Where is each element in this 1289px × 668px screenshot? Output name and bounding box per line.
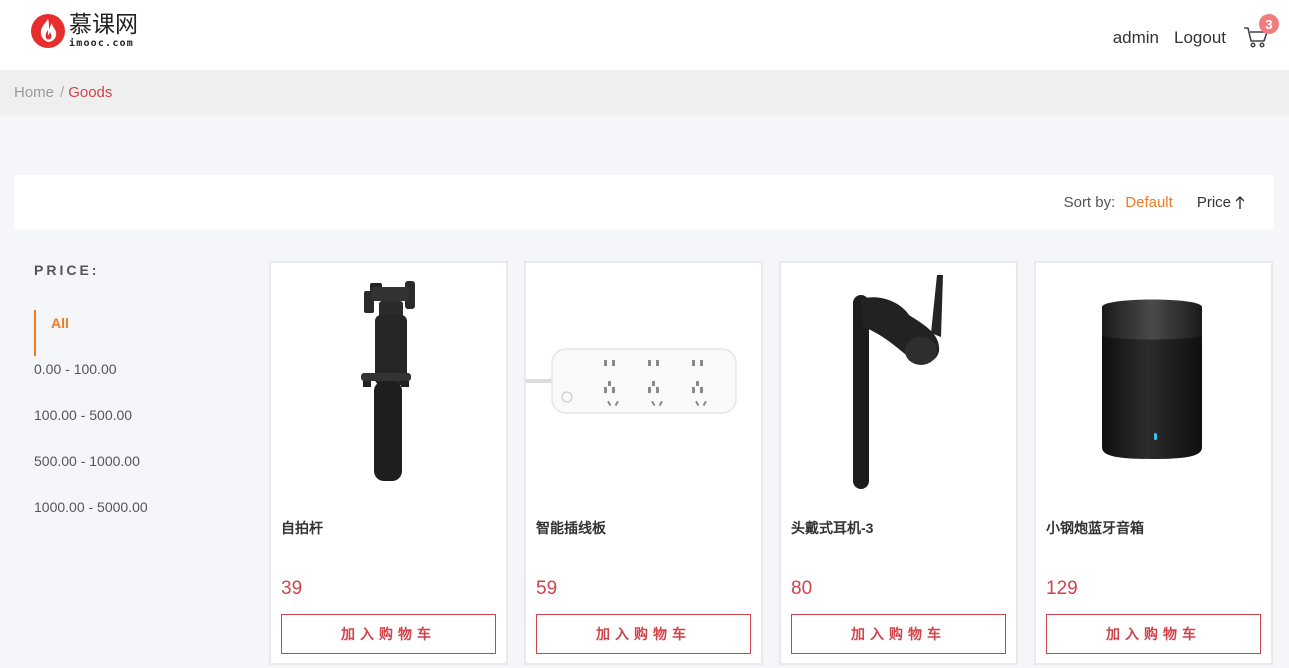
flame-logo-icon: [30, 13, 66, 49]
price-filter: PRICE: All 0.00 - 100.00 100.00 - 500.00…: [34, 262, 148, 540]
product-name[interactable]: 智能插线板: [536, 518, 606, 538]
product-price: 129: [1046, 578, 1078, 599]
price-filter-item-1000-5000[interactable]: 1000.00 - 5000.00: [34, 494, 148, 540]
add-to-cart-button[interactable]: 加入购物车: [536, 614, 751, 654]
top-header: 慕课网 imooc.com admin Logout 3: [0, 0, 1289, 70]
product-name[interactable]: 自拍杆: [281, 518, 323, 538]
logo[interactable]: 慕课网 imooc.com: [30, 13, 138, 49]
product-card: 自拍杆 39 加入购物车: [269, 261, 508, 665]
sort-label: Sort by:: [1063, 194, 1116, 211]
sort-price-link[interactable]: Price: [1197, 194, 1245, 211]
sort-bar: Sort by: Default Price: [14, 175, 1274, 230]
add-to-cart-button[interactable]: 加入购物车: [791, 614, 1006, 654]
add-to-cart-button[interactable]: 加入购物车: [1046, 614, 1261, 654]
logo-en-text: imooc.com: [69, 37, 134, 49]
breadcrumb: Home / Goods: [0, 70, 1289, 115]
product-price: 59: [536, 578, 558, 599]
breadcrumb-home-link[interactable]: Home: [14, 84, 54, 101]
product-image-speaker[interactable]: [1036, 263, 1271, 498]
product-grid: 自拍杆 39 加入购物车 智能插线板 59 加入购物车 头戴式耳机-3 80 加…: [269, 261, 1273, 665]
add-to-cart-button[interactable]: 加入购物车: [281, 614, 496, 654]
product-price: 80: [791, 578, 813, 599]
breadcrumb-current: Goods: [68, 84, 113, 101]
breadcrumb-separator: /: [60, 84, 65, 101]
user-nav: admin Logout 3: [1113, 14, 1279, 52]
product-price: 39: [281, 578, 303, 599]
product-image-headset[interactable]: [781, 263, 1016, 498]
product-image-selfie-stick[interactable]: [271, 263, 506, 498]
arrow-up-icon: [1235, 195, 1245, 209]
price-filter-item-500-1000[interactable]: 500.00 - 1000.00: [34, 448, 148, 494]
price-filter-title: PRICE:: [34, 262, 100, 278]
user-link[interactable]: admin: [1113, 28, 1159, 48]
product-card: 智能插线板 59 加入购物车: [524, 261, 763, 665]
cart-count-badge: 3: [1259, 14, 1279, 34]
product-card: 头戴式耳机-3 80 加入购物车: [779, 261, 1018, 665]
product-name[interactable]: 小钢炮蓝牙音箱: [1046, 518, 1144, 538]
price-filter-list: All 0.00 - 100.00 100.00 - 500.00 500.00…: [34, 310, 148, 540]
cart-button[interactable]: 3: [1243, 14, 1279, 52]
sort-price-label: Price: [1196, 194, 1231, 211]
product-card: 小钢炮蓝牙音箱 129 加入购物车: [1034, 261, 1273, 665]
sort-default-link[interactable]: Default: [1125, 194, 1173, 211]
price-filter-item-0-100[interactable]: 0.00 - 100.00: [34, 356, 148, 402]
price-filter-item-all[interactable]: All: [34, 310, 148, 356]
price-filter-item-100-500[interactable]: 100.00 - 500.00: [34, 402, 148, 448]
logo-cn-text: 慕课网: [69, 11, 138, 38]
logout-link[interactable]: Logout: [1174, 28, 1226, 48]
product-image-power-strip[interactable]: [526, 263, 761, 498]
product-name[interactable]: 头戴式耳机-3: [791, 518, 873, 538]
